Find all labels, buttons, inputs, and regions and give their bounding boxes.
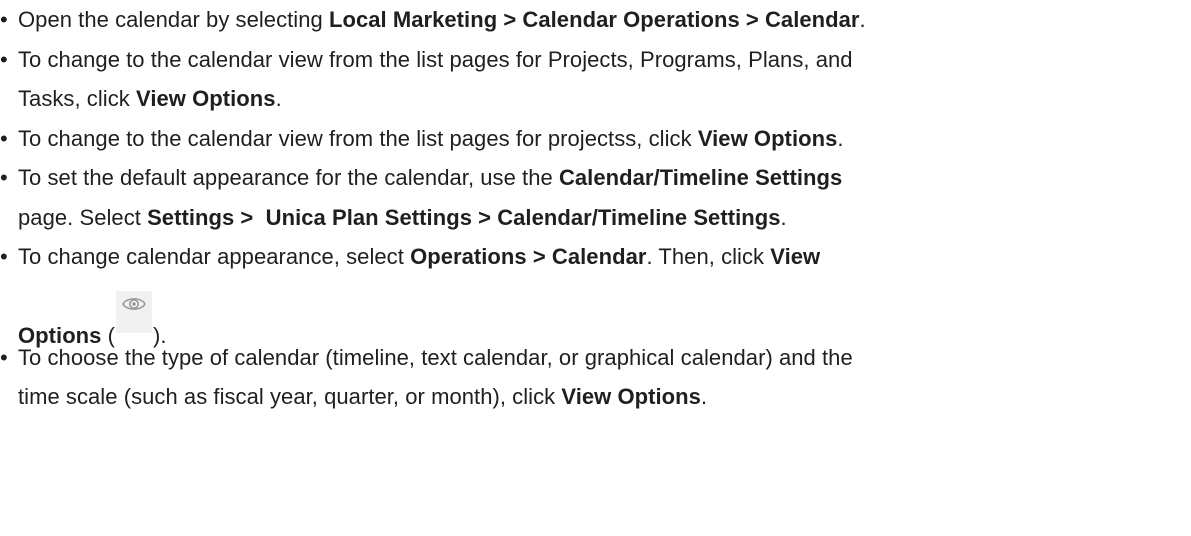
text: time scale (such as fiscal year, quarter… xyxy=(18,384,562,409)
text: . Then, click xyxy=(646,244,771,269)
menu-path: Operations > Calendar xyxy=(410,244,647,269)
text: . xyxy=(780,205,787,230)
ui-label: View xyxy=(770,244,821,269)
text: To change calendar appearance, select xyxy=(18,244,411,269)
menu-path: Local Marketing > Calendar Operations > … xyxy=(328,7,860,32)
list-item: • To change calendar appearance, select O… xyxy=(0,244,820,270)
ui-label: View Options xyxy=(136,86,276,111)
text: . xyxy=(275,86,282,111)
ui-label: Calendar/Timeline Settings xyxy=(558,165,843,190)
bullet: • xyxy=(0,345,8,370)
list-item: • To set the default appearance for the c… xyxy=(0,165,842,191)
list-item-continuation: Tasks, click View Options. xyxy=(18,86,282,112)
list-item: • To change to the calendar view from the… xyxy=(0,47,853,73)
text: . xyxy=(700,384,708,409)
bullet: • xyxy=(0,165,8,190)
text: page. Select xyxy=(18,205,148,230)
list-item: • To choose the type of calendar (timelin… xyxy=(0,345,853,371)
bullet: • xyxy=(0,7,8,32)
list-item-continuation: time scale (such as fiscal year, quarter… xyxy=(18,384,707,410)
text: . xyxy=(859,7,866,32)
bullet: • xyxy=(0,244,8,269)
list-item-continuation: page. Select Settings > Unica Plan Setti… xyxy=(18,205,787,231)
text: To change to the calendar view from the … xyxy=(18,126,698,151)
text: To change to the calendar view from the … xyxy=(18,47,853,72)
text: . xyxy=(837,126,844,151)
menu-path: Settings > Unica Plan Settings > Calenda… xyxy=(147,205,781,230)
text: To choose the type of calendar (timeline… xyxy=(18,345,853,370)
eye-icon xyxy=(116,291,152,333)
ui-label: View Options xyxy=(561,384,701,409)
documentation-bullet-list: • Open the calendar by selecting Local Ma… xyxy=(0,0,1191,536)
text: Tasks, click xyxy=(18,86,136,111)
text: Open the calendar by selecting xyxy=(18,7,329,32)
ui-label: View Options xyxy=(697,126,838,151)
bullet: • xyxy=(0,126,8,151)
list-item-continuation: Options (). xyxy=(18,291,167,348)
list-item: • Open the calendar by selecting Local Ma… xyxy=(0,7,866,33)
bullet: • xyxy=(0,47,8,72)
text: To set the default appearance for the ca… xyxy=(18,165,559,190)
list-item: • To change to the calendar view from the… xyxy=(0,126,844,152)
